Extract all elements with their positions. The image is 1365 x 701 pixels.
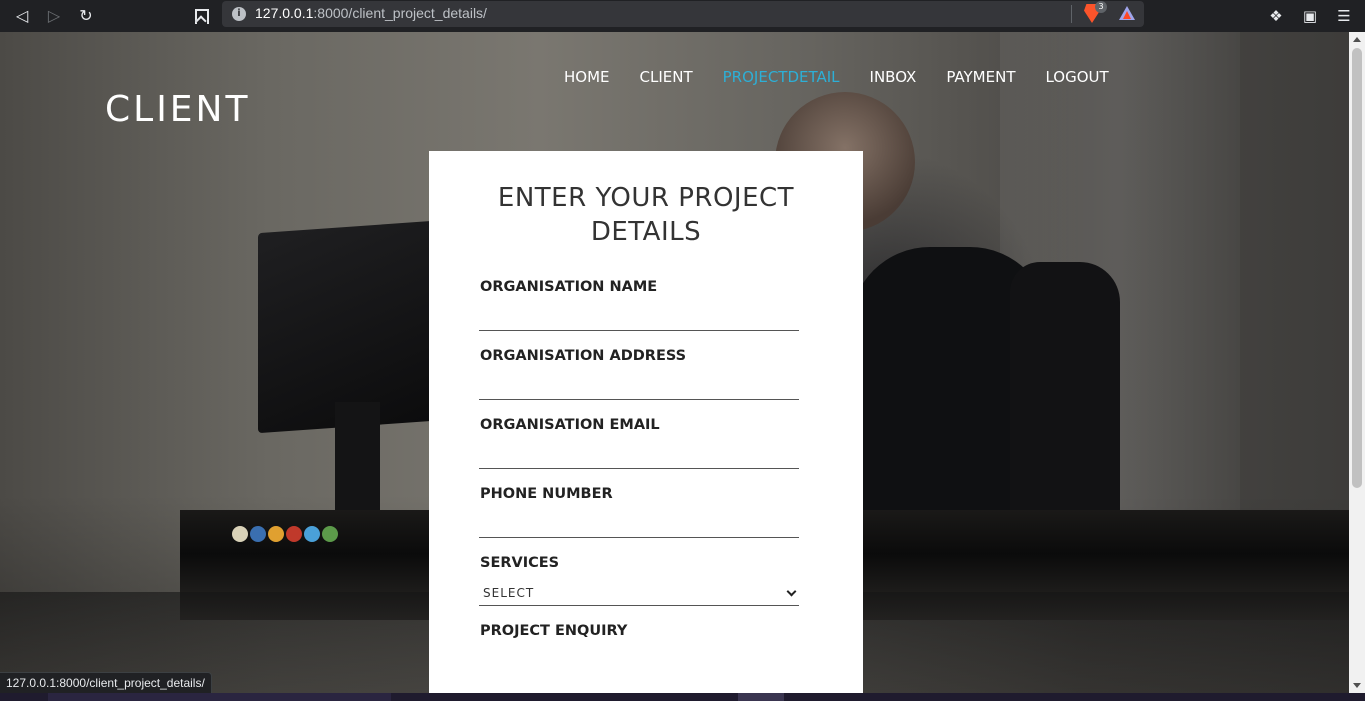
services-select[interactable]: SELECT [479,582,799,606]
site-info-icon[interactable]: i [232,7,246,21]
address-bar[interactable]: i 127.0.0.1:8000/client_project_details/… [222,1,1144,27]
browser-toolbar: ◁ ▷ ↻ i 127.0.0.1:8000/client_project_de… [0,0,1365,32]
puzzle-icon[interactable]: ❖ [1264,4,1288,28]
nav-client[interactable]: CLIENT [640,67,693,87]
nav-logout[interactable]: LOGOUT [1045,67,1108,87]
org-email-label: ORGANISATION EMAIL [480,417,660,433]
page-viewport: CLIENT HOME CLIENT PROJECTDETAIL INBOX P… [0,32,1349,693]
scroll-down-arrow-icon[interactable] [1353,683,1361,688]
bookmark-icon[interactable] [191,4,209,28]
org-address-input[interactable] [479,374,799,400]
scroll-thumb[interactable] [1352,48,1362,488]
org-address-label: ORGANISATION ADDRESS [480,348,687,364]
form-title: ENTER YOUR PROJECT DETAILS [497,183,795,247]
taskbar-segment [48,693,391,701]
phone-number-label: PHONE NUMBER [480,486,613,502]
hamburger-menu-icon[interactable]: ☰ [1332,4,1356,28]
scroll-up-arrow-icon[interactable] [1353,37,1361,42]
url-host: 127.0.0.1 [255,5,314,21]
project-enquiry-label: PROJECT ENQUIRY [480,623,628,639]
project-enquiry-input[interactable] [479,681,799,693]
os-taskbar [0,693,1365,701]
background-photo-stickers [232,526,352,546]
taskbar-segment [738,693,784,701]
org-name-label: ORGANISATION NAME [480,279,658,295]
url-path: :8000/client_project_details/ [313,5,487,21]
nav-payment[interactable]: PAYMENT [946,67,1015,87]
background-photo-chair [1010,262,1120,522]
services-label: SERVICES [480,555,560,571]
reload-icon[interactable]: ↻ [74,4,98,28]
url-text[interactable]: 127.0.0.1:8000/client_project_details/ [255,5,487,21]
omnibox-divider [1071,5,1072,23]
services-selected-value: SELECT [483,586,535,600]
back-arrow-icon[interactable]: ◁ [10,4,34,28]
status-bar-url: 127.0.0.1:8000/client_project_details/ [0,672,212,693]
chevron-down-icon [786,586,797,597]
nav-projectdetail[interactable]: PROJECTDETAIL [723,67,840,87]
wallet-icon[interactable]: ▣ [1298,4,1322,28]
site-brand[interactable]: CLIENT [105,89,250,130]
background-photo-monitor-stand [335,402,380,522]
main-nav: HOME CLIENT PROJECTDETAIL INBOX PAYMENT … [564,67,1139,87]
forward-arrow-icon[interactable]: ▷ [42,4,66,28]
project-details-form: ENTER YOUR PROJECT DETAILS ORGANISATION … [429,151,863,693]
org-name-input[interactable] [479,305,799,331]
nav-inbox[interactable]: INBOX [870,67,917,87]
nav-home[interactable]: HOME [564,67,610,87]
phone-number-input[interactable] [479,512,799,538]
page-scrollbar[interactable] [1349,32,1365,693]
org-email-input[interactable] [479,443,799,469]
brave-rewards-icon[interactable] [1119,6,1135,20]
shields-count-badge: 3 [1095,1,1107,13]
